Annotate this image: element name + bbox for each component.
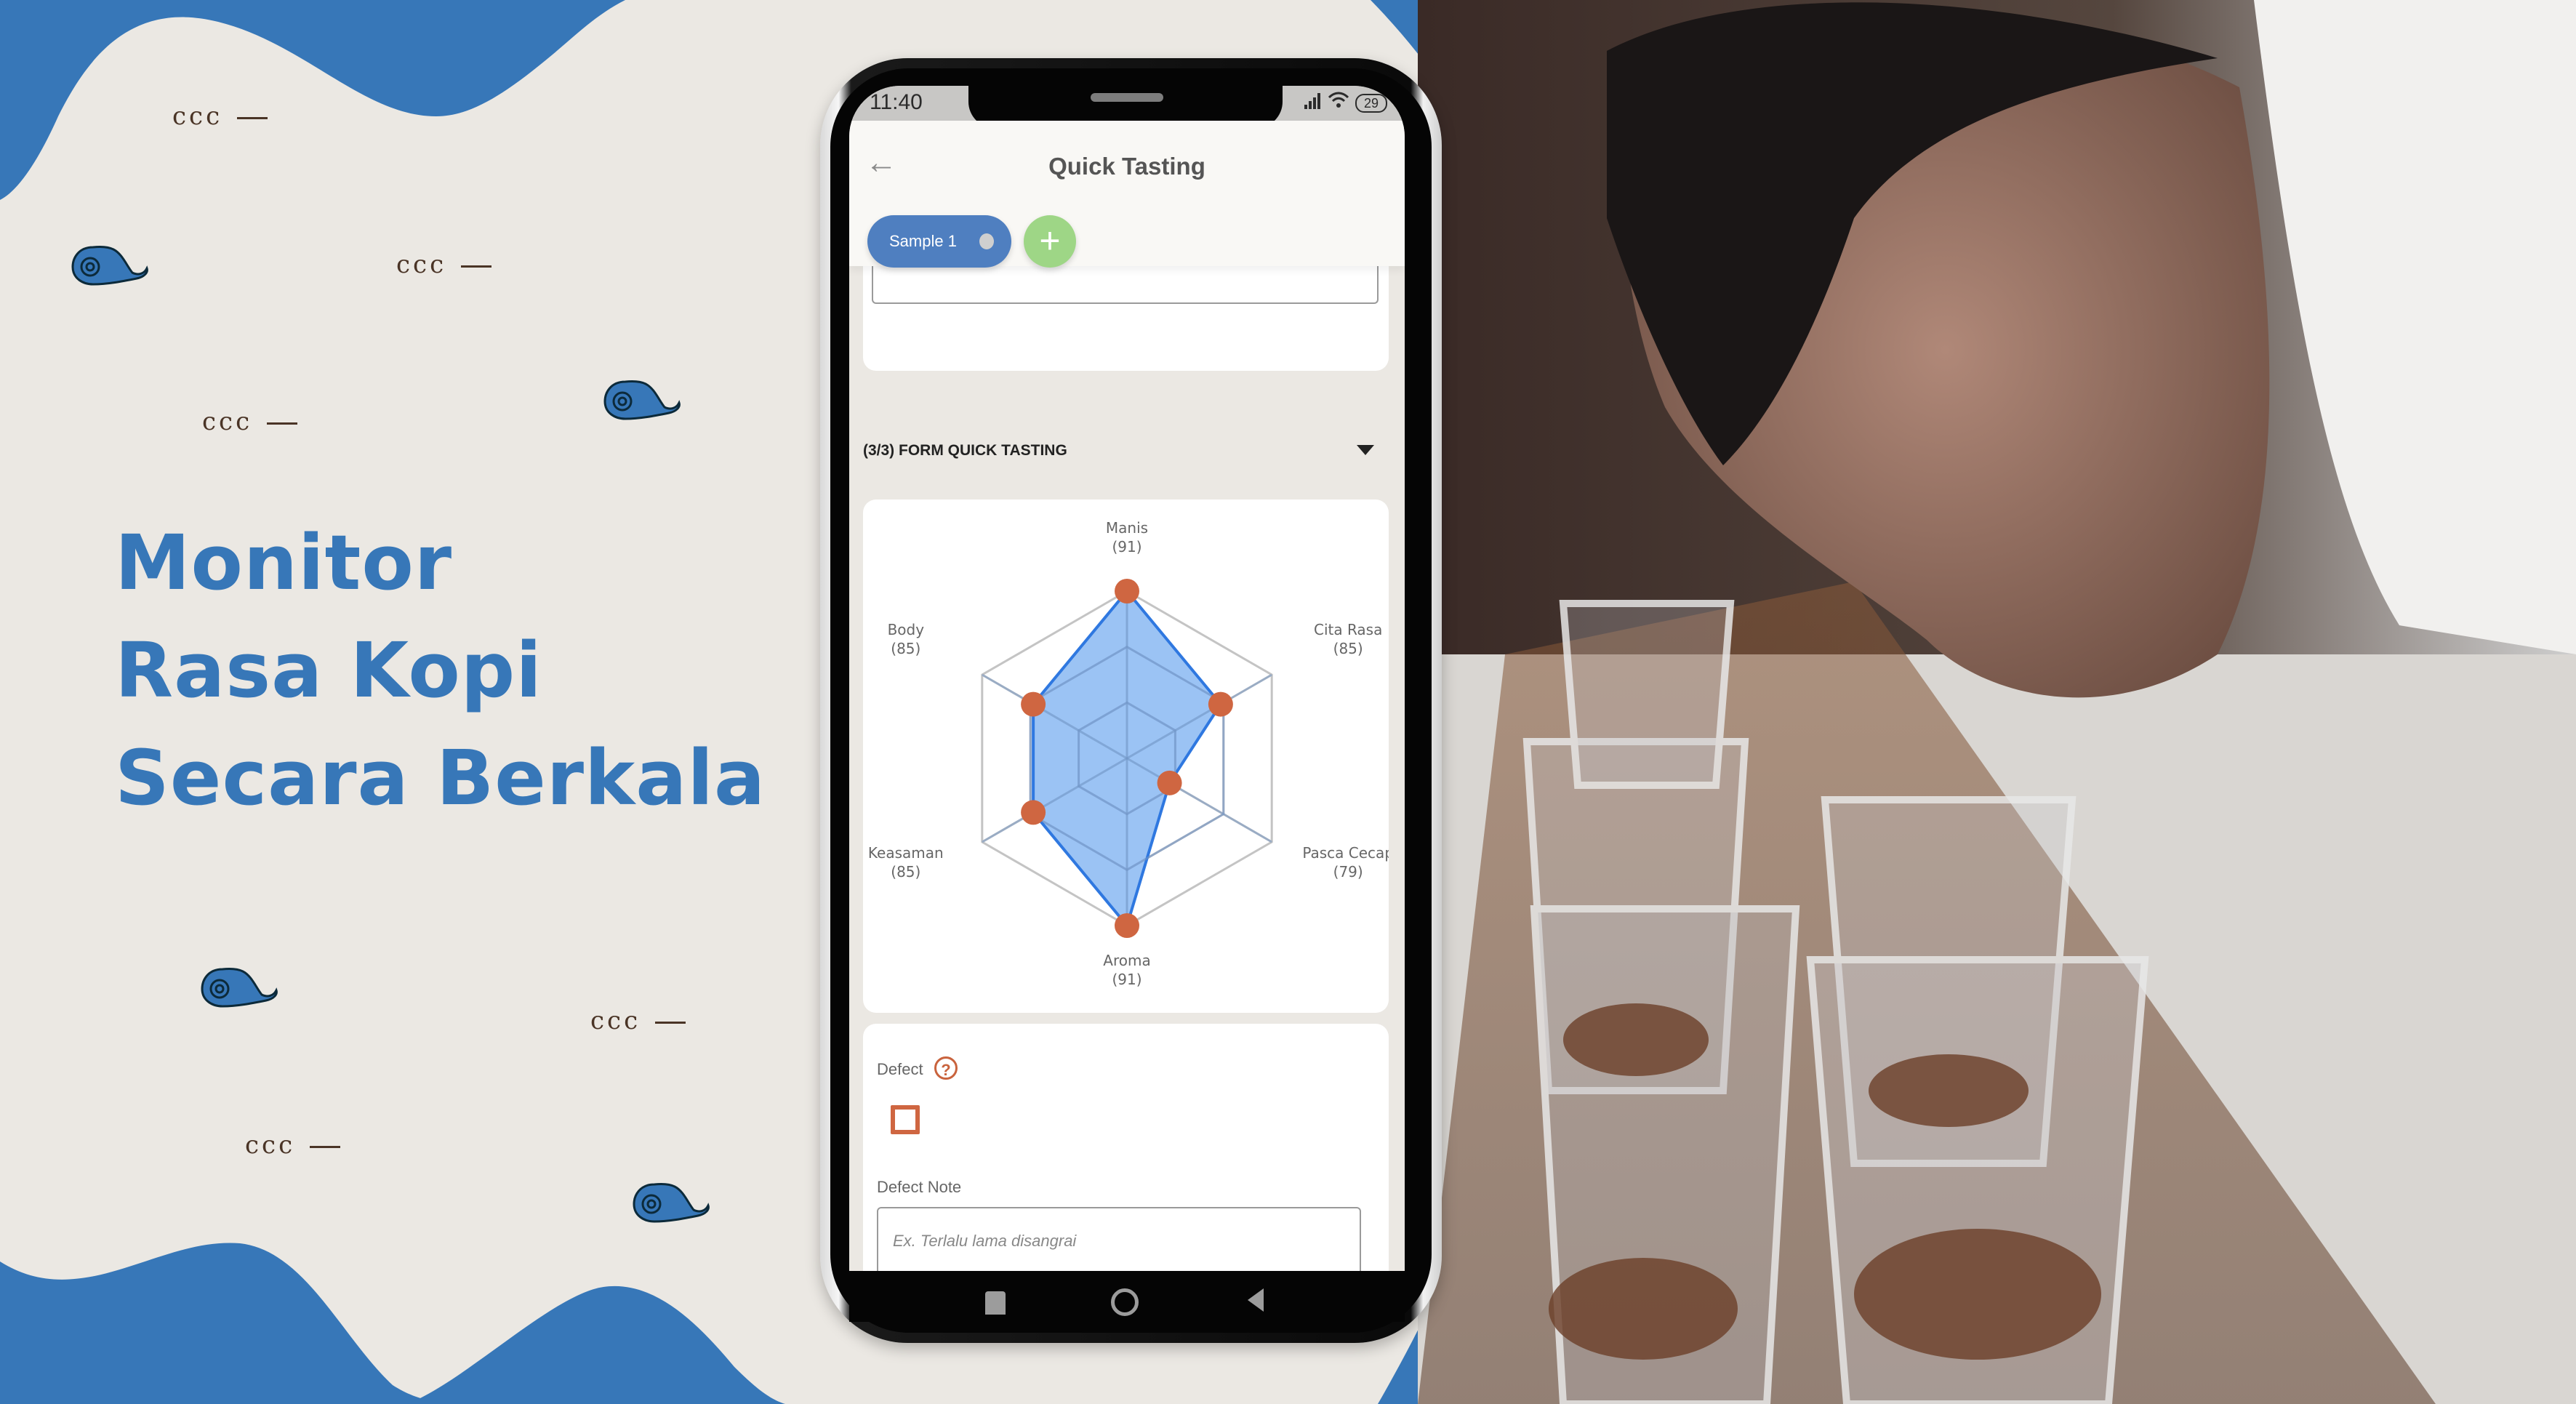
wind-mark-glyph: ccc [245,1131,296,1160]
headline: Monitor Rasa Kopi Secara Berkala [115,509,766,832]
defect-label: Defect [877,1060,923,1078]
swirl-cloud-icon [633,1182,710,1223]
coffee-cupping-photo [1418,0,2576,1404]
axis-value-label: (85) [891,640,920,657]
axis-label: Aroma [1103,952,1150,969]
axis-label: Pasca Cecap [1302,844,1389,862]
system-nav-bar [849,1271,1405,1322]
axis-label: Cita Rasa [1314,621,1382,638]
defect-checkbox[interactable] [891,1105,920,1134]
radar-point-manis[interactable] [1115,579,1139,603]
radar-point-body[interactable] [1021,691,1046,717]
axis-value-label: (85) [891,863,920,880]
bottom-wave-2 [407,1285,785,1404]
headline-line-3: Secara Berkala [115,734,766,822]
radar-chart-card: Manis (91) Cita Rasa (85) Pasca Cecap (79) Aro… [863,500,1394,1013]
axis-value-label: (91) [1112,971,1141,988]
axis-value-label: (85) [1333,640,1363,657]
radar-point-cita-rasa[interactable] [1208,691,1233,717]
phone-speaker [1091,93,1163,102]
wind-mark: ccc [396,250,492,279]
headline-line-1: Monitor [115,518,453,607]
photo-illustration [1418,0,2576,1404]
top-wave [0,0,625,200]
axis-label: Manis [1106,519,1148,537]
back-button[interactable] [1248,1288,1264,1312]
sample-tab-label: Sample 1 [889,232,957,250]
wind-mark-glyph: ccc [202,407,253,436]
axis-value-label: (79) [1333,863,1363,880]
plus-icon: + [1039,220,1061,261]
wind-mark: ccc [172,102,268,131]
home-button[interactable] [1111,1288,1139,1316]
wind-mark-glyph: ccc [396,250,447,279]
recents-button[interactable] [985,1291,1006,1315]
wind-mark: ccc [245,1131,341,1160]
swirl-cloud-icon [603,380,681,420]
sample-status-dot [979,233,994,249]
battery-icon: 29 [1355,93,1387,113]
swirl-cloud-icon [201,967,278,1008]
section-title: (3/3) FORM QUICK TASTING [863,442,1067,459]
radar-point-keasaman[interactable] [1021,800,1046,825]
app-bar: ← Quick Tasting Sample 1 + [849,121,1405,268]
wind-mark: ccc [202,407,298,436]
wind-mark-glyph: ccc [590,1006,641,1035]
status-time: 11:40 [870,90,923,114]
defect-card: Defect ? Defect Note Ex. Terlalu lama di… [863,1024,1389,1271]
radar-point-aroma[interactable] [1115,913,1139,938]
signal-icon [1304,92,1322,114]
wifi-icon [1328,92,1349,114]
sample-tab-1[interactable]: Sample 1 [867,215,1011,268]
wind-mark: ccc [590,1006,686,1035]
axis-label: Body [888,621,925,638]
radar-point-pasca-cecap[interactable] [1157,770,1182,795]
radar-series [982,579,1272,938]
defect-note-label: Defect Note [877,1178,962,1196]
page-title: Quick Tasting [1048,153,1205,180]
radar-chart: Manis(91)Cita Rasa(85)Pasca Cecap(79)Aro… [868,519,1394,988]
swirl-cloud-icon [71,245,148,286]
axis-value-label: (91) [1112,538,1141,555]
bottom-wave [0,1243,465,1404]
question-circle-icon[interactable]: ? [934,1056,958,1080]
wind-mark-glyph: ccc [172,102,223,131]
defect-note-input[interactable]: Ex. Terlalu lama disangrai [877,1207,1361,1271]
axis-label: Keasaman [868,844,944,862]
status-icons: 29 [1304,92,1387,114]
defect-note-placeholder: Ex. Terlalu lama disangrai [893,1232,1077,1250]
phone-screen: 11:40 29 ← Quick Tasting Sample 1 + Ex. … [849,86,1405,1271]
chevron-down-icon[interactable] [1357,445,1374,455]
headline-line-2: Rasa Kopi [115,626,542,715]
add-sample-button[interactable]: + [1024,215,1076,268]
